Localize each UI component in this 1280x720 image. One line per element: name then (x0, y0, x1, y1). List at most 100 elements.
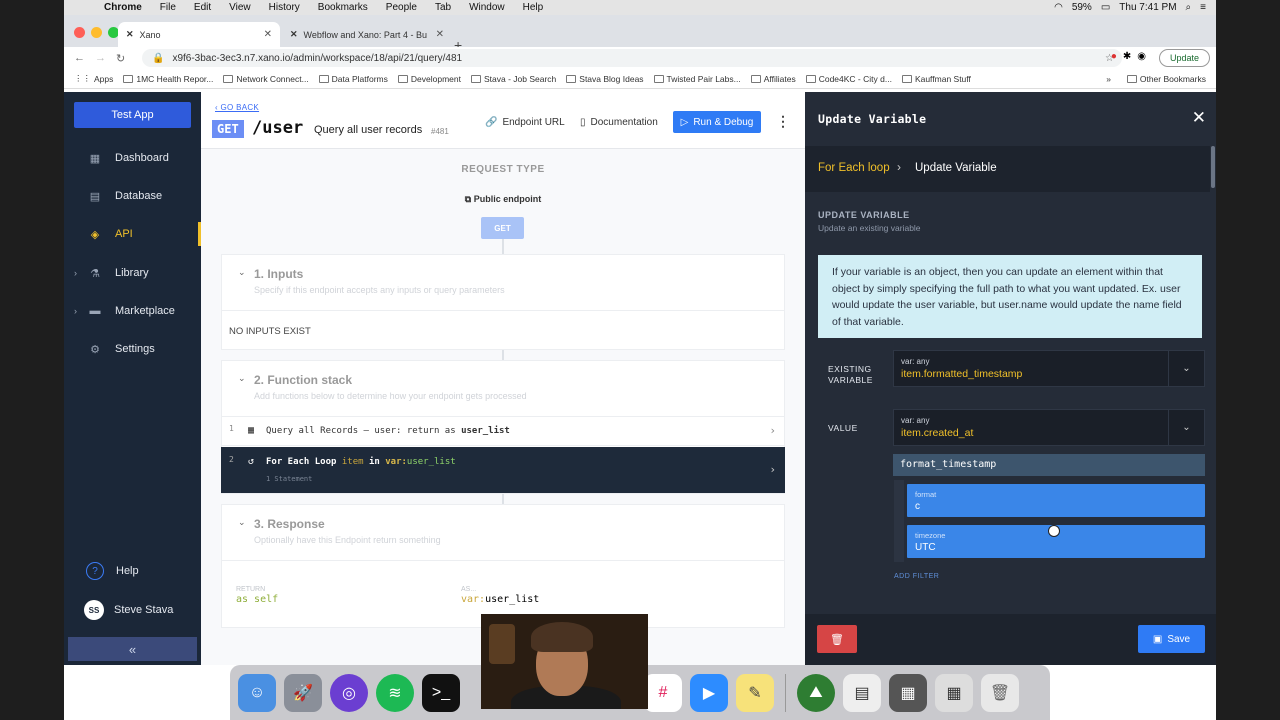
breadcrumb-parent[interactable]: For Each loop (818, 162, 890, 174)
wifi-icon[interactable]: ◠ (1054, 2, 1063, 13)
menu-list-icon[interactable]: ≡ (1200, 2, 1206, 13)
screenshot-stack-icon[interactable]: ▦ (889, 673, 927, 712)
value-field[interactable]: var: any item.created_at ⌄ (893, 409, 1205, 446)
bookmark-folder[interactable]: Affiliates (750, 74, 796, 84)
sidebar-item-marketplace[interactable]: › ▬ Marketplace (64, 299, 201, 323)
puzzle-icon[interactable]: ✱ (1123, 51, 1131, 62)
bookmark-other[interactable]: Other Bookmarks (1126, 74, 1206, 84)
tab-xano[interactable]: ✕ Xano ✕ (118, 22, 280, 47)
chevron-down-icon[interactable]: ⌄ (1168, 351, 1204, 386)
siri-icon[interactable]: ◎ (330, 673, 368, 712)
extension-icon[interactable]: ● (1111, 51, 1117, 62)
close-tab-icon[interactable]: ✕ (264, 29, 272, 40)
stickies-icon[interactable]: ✎ (736, 673, 774, 712)
menu-history[interactable]: History (269, 2, 300, 13)
scrollbar[interactable] (1211, 146, 1215, 188)
menu-view[interactable]: View (229, 2, 251, 13)
bookmark-folder[interactable]: Stava Blog Ideas (566, 74, 644, 84)
sidebar-item-api[interactable]: ◈ API (64, 222, 201, 246)
chevron-right-icon[interactable]: › (74, 306, 77, 316)
section-title[interactable]: 2. Function stack (254, 373, 352, 387)
folder-icon (901, 74, 912, 83)
more-options-icon[interactable]: ⋮ (776, 113, 790, 130)
menu-window[interactable]: Window (469, 2, 505, 13)
chevron-down-icon[interactable]: ⌄ (238, 517, 246, 528)
go-back-link[interactable]: ‹ GO BACK (215, 103, 259, 112)
chevron-down-icon[interactable]: ⌄ (238, 267, 246, 278)
profile-avatar-icon[interactable]: ◉ (1137, 51, 1146, 62)
chevron-down-icon[interactable]: ⌄ (1168, 410, 1204, 445)
collapse-sidebar-button[interactable]: « (68, 637, 197, 661)
sidebar-item-library[interactable]: › ⚗ Library (64, 261, 201, 285)
sidebar-item-dashboard[interactable]: ▦ Dashboard (64, 146, 201, 170)
function-row-selected[interactable]: 2 ↺ For Each Loop item in var:user_list … (221, 447, 785, 493)
close-tab-icon[interactable]: ✕ (436, 29, 444, 40)
user-menu[interactable]: SS Steve Stava (84, 600, 173, 620)
screenshot-stack-icon[interactable]: ▦ (935, 673, 973, 712)
section-title[interactable]: 3. Response (254, 517, 325, 531)
menu-edit[interactable]: Edit (194, 2, 211, 13)
dock-separator (785, 673, 786, 712)
chevron-right-icon[interactable]: › (769, 424, 776, 437)
section-title[interactable]: 1. Inputs (254, 267, 303, 281)
as-value[interactable]: var:user_list (461, 594, 539, 605)
menu-people[interactable]: People (386, 2, 417, 13)
endpoint-url-button[interactable]: 🔗 Endpoint URL (485, 111, 565, 133)
reload-icon[interactable]: ↻ (116, 52, 125, 65)
existing-variable-field[interactable]: var: any item.formatted_timestamp ⌄ (893, 350, 1205, 387)
zoom-icon[interactable]: ▶ (690, 673, 728, 712)
bookmark-apps[interactable]: ⋮⋮ Apps (74, 73, 113, 84)
app-icon[interactable]: ⛰ (797, 673, 835, 712)
document-stack-icon[interactable]: ▤ (843, 673, 881, 712)
help-link[interactable]: ? Help (86, 562, 139, 580)
bookmark-folder[interactable]: Data Platforms (318, 74, 388, 84)
chrome-update-button[interactable]: Update (1158, 49, 1210, 67)
chevron-down-icon[interactable]: ⌄ (238, 373, 246, 384)
address-bar[interactable]: 🔒 x9f6-3bac-3ec3.n7.xano.io/admin/worksp… (142, 49, 1122, 67)
sidebar-item-settings[interactable]: ⚙ Settings (64, 337, 201, 361)
sidebar-item-database[interactable]: ▤ Database (64, 184, 201, 208)
bookmarks-overflow[interactable]: » (1106, 74, 1111, 84)
spotify-icon[interactable]: ≋ (376, 673, 414, 712)
run-debug-button[interactable]: ▷ Run & Debug (673, 111, 761, 133)
menu-help[interactable]: Help (523, 2, 544, 13)
request-method-pill[interactable]: GET (481, 217, 524, 239)
back-icon[interactable]: ← (74, 52, 85, 64)
chevron-right-icon[interactable]: › (74, 268, 77, 278)
clock[interactable]: Thu 7:41 PM (1119, 2, 1176, 13)
slack-icon[interactable]: # (644, 673, 682, 712)
documentation-button[interactable]: ▯ Documentation (580, 111, 658, 133)
launchpad-icon[interactable]: 🚀 (284, 673, 322, 712)
search-icon[interactable]: ⌕ (1186, 2, 1192, 13)
bookmark-folder[interactable]: Development (397, 74, 461, 84)
filter-param-format[interactable]: format c (907, 484, 1205, 517)
menubar-status: ◠ 59% ▭ Thu 7:41 PM ⌕ ≡ (1054, 0, 1206, 15)
menu-bookmarks[interactable]: Bookmarks (318, 2, 368, 13)
return-value[interactable]: as self (236, 594, 278, 605)
close-icon[interactable]: ✕ (1192, 108, 1206, 128)
chevron-right-icon[interactable]: › (769, 463, 776, 476)
bookmark-folder[interactable]: Twisted Pair Labs... (653, 74, 741, 84)
tab-webflow[interactable]: ✕ Webflow and Xano: Part 4 - Bu ✕ (282, 22, 452, 47)
bookmark-folder[interactable]: Stava - Job Search (470, 74, 556, 84)
filter-header[interactable]: format_timestamp (893, 454, 1205, 476)
menu-app-name[interactable]: Chrome (104, 2, 142, 13)
bookmark-folder[interactable]: 1MC Health Repor... (123, 74, 213, 84)
add-filter-link[interactable]: ADD FILTER (894, 573, 939, 580)
workspace-button[interactable]: Test App (74, 102, 191, 128)
battery-icon[interactable]: ▭ (1101, 2, 1110, 13)
finder-icon[interactable]: ☺ (238, 673, 276, 712)
trash-icon[interactable]: 🗑 (981, 673, 1019, 712)
forward-icon[interactable]: → (95, 52, 106, 64)
menu-file[interactable]: File (160, 2, 176, 13)
bookmark-folder[interactable]: Code4KC - City d... (805, 74, 892, 84)
delete-button[interactable]: 🗑 (817, 625, 857, 653)
bookmark-folder[interactable]: Network Connect... (223, 74, 309, 84)
menu-tab[interactable]: Tab (435, 2, 451, 13)
minimize-window-button[interactable] (91, 27, 102, 38)
function-row[interactable]: 1 ▦ Query all Records – user: return as … (221, 416, 785, 446)
bookmark-folder[interactable]: Kauffman Stuff (901, 74, 971, 84)
close-window-button[interactable] (74, 27, 85, 38)
terminal-icon[interactable]: >_ (422, 673, 460, 712)
save-button[interactable]: ▣ Save (1138, 625, 1205, 653)
